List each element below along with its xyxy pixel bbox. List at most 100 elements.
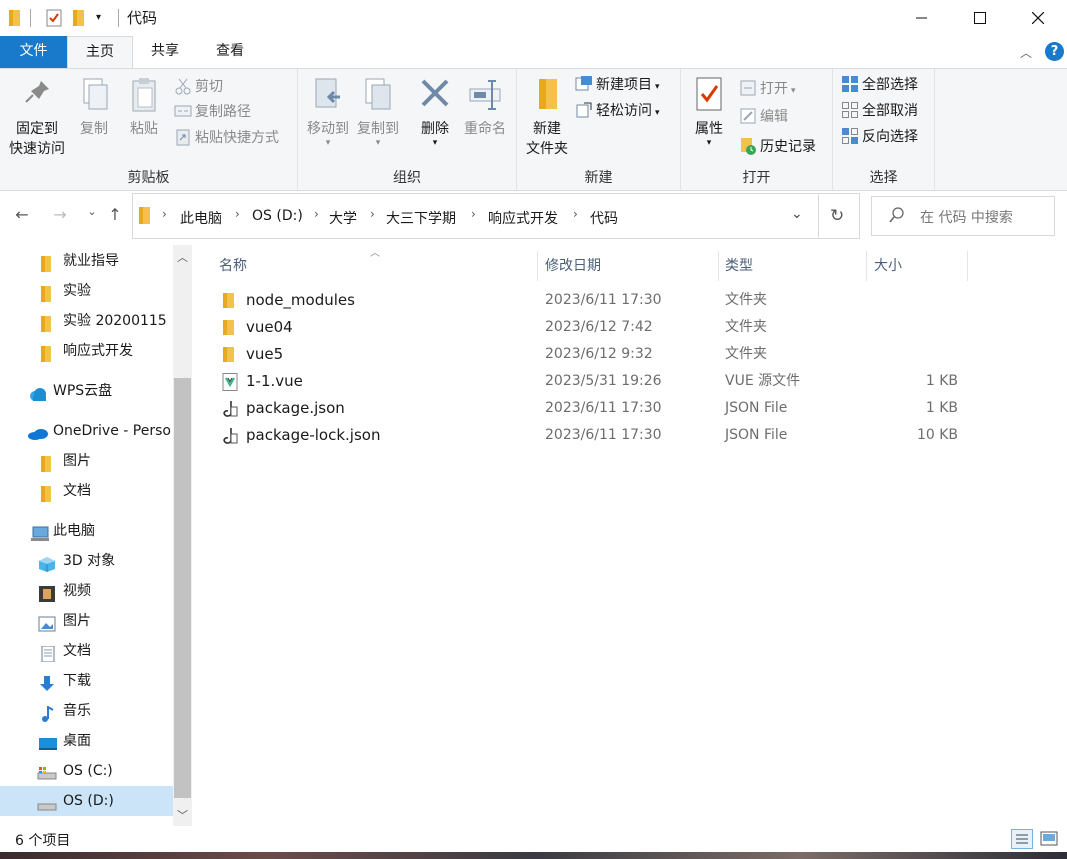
history-button[interactable]: 历史记录 bbox=[739, 135, 816, 159]
music-icon bbox=[40, 703, 56, 722]
nav-item-desktop[interactable]: 桌面 bbox=[0, 726, 173, 756]
collapse-ribbon-icon[interactable]: ︿ bbox=[1020, 44, 1032, 61]
details-view-button[interactable] bbox=[1011, 829, 1033, 849]
breadcrumb-responsive-dev[interactable]: 响应式开发 bbox=[488, 208, 558, 228]
nav-item-documents[interactable]: 文档 bbox=[0, 636, 173, 666]
breadcrumb-university[interactable]: 大学 bbox=[329, 208, 357, 228]
nav-item-onedrive-pictures[interactable]: 图片 bbox=[0, 446, 173, 476]
address-bar[interactable]: › 此电脑 › OS (D:) › 大学 › 大三下学期 › 响应式开发 › 代… bbox=[132, 193, 819, 239]
history-icon bbox=[739, 137, 757, 155]
tab-home[interactable]: 主页 bbox=[67, 36, 133, 69]
nav-item-pictures[interactable]: 图片 bbox=[0, 606, 173, 636]
pin-icon bbox=[25, 81, 49, 103]
nav-item-job-guide[interactable]: 就业指导 bbox=[0, 246, 173, 276]
file-row[interactable]: package.json 2023/6/11 17:30 JSON File 1… bbox=[192, 395, 1067, 422]
column-header-date[interactable]: 修改日期 bbox=[539, 251, 719, 281]
easy-access-button[interactable]: 轻松访问 ▾ bbox=[575, 99, 660, 123]
recent-locations-icon[interactable]: ⌄ bbox=[80, 205, 104, 229]
breadcrumb-code[interactable]: 代码 bbox=[590, 208, 618, 228]
nav-item-label: 实验 bbox=[63, 283, 91, 299]
file-row[interactable]: vue5 2023/6/12 9:32 文件夹 bbox=[192, 341, 1067, 368]
search-box[interactable]: 在 代码 中搜索 bbox=[871, 196, 1055, 236]
nav-item-wps-cloud[interactable]: WPS云盘 bbox=[0, 376, 173, 406]
new-folder-icon[interactable] bbox=[72, 9, 86, 27]
maximize-button[interactable] bbox=[951, 0, 1009, 36]
divider bbox=[30, 9, 31, 27]
easy-access-label: 轻松访问 bbox=[596, 103, 652, 119]
delete-button[interactable]: 删除 ▾ bbox=[412, 75, 458, 148]
group-label-clipboard: 剪贴板 bbox=[127, 170, 170, 186]
forward-arrow-icon[interactable]: → bbox=[48, 205, 72, 229]
paste-shortcut-button[interactable]: 粘贴快捷方式 bbox=[174, 126, 279, 150]
nav-item-label: 响应式开发 bbox=[63, 343, 133, 359]
copy-to-button[interactable]: 复制到 ▾ bbox=[354, 75, 402, 148]
edit-button[interactable]: 编辑 bbox=[739, 105, 788, 129]
folder-icon bbox=[8, 9, 22, 27]
file-row[interactable]: 1-1.vue 2023/5/31 19:26 VUE 源文件 1 KB bbox=[192, 368, 1067, 395]
nav-item-this-pc[interactable]: 此电脑 bbox=[0, 516, 173, 546]
large-icons-view-button[interactable] bbox=[1039, 830, 1059, 848]
breadcrumb-this-pc[interactable]: 此电脑 bbox=[180, 208, 222, 228]
move-to-button[interactable]: 移动到 ▾ bbox=[302, 75, 354, 148]
scrollbar-thumb[interactable] bbox=[174, 378, 191, 798]
nav-item-3d-objects[interactable]: 3D 对象 bbox=[0, 546, 173, 576]
tab-file[interactable]: 文件 bbox=[0, 36, 67, 68]
properties-icon[interactable] bbox=[45, 9, 63, 27]
nav-item-downloads[interactable]: 下载 bbox=[0, 666, 173, 696]
open-icon bbox=[739, 79, 757, 97]
file-size: 1 KB bbox=[925, 400, 958, 416]
up-arrow-icon[interactable]: ↑ bbox=[103, 205, 127, 229]
properties-button[interactable]: 属性 ▾ bbox=[687, 75, 731, 148]
address-dropdown-icon[interactable]: ⌄ bbox=[791, 206, 803, 222]
nav-item-label: 桌面 bbox=[63, 733, 91, 749]
select-all-button[interactable]: 全部选择 bbox=[841, 73, 918, 97]
copy-button[interactable]: 复制 bbox=[74, 75, 114, 139]
nav-item-drive-d[interactable]: OS (D:) bbox=[0, 786, 173, 816]
pin-to-quick-access-button[interactable]: 固定到 快速访问 bbox=[4, 75, 70, 159]
nav-item-label: 文档 bbox=[63, 483, 91, 499]
breadcrumb-semester[interactable]: 大三下学期 bbox=[386, 208, 456, 228]
help-icon[interactable]: ? bbox=[1045, 42, 1064, 61]
nav-item-lab-dated[interactable]: 实验 20200115 bbox=[0, 306, 173, 336]
close-button[interactable] bbox=[1009, 0, 1067, 36]
breadcrumb-drive-d[interactable]: OS (D:) bbox=[252, 208, 303, 224]
minimize-button[interactable] bbox=[893, 0, 951, 36]
select-none-button[interactable]: 全部取消 bbox=[841, 99, 918, 123]
select-none-label: 全部取消 bbox=[862, 103, 918, 119]
file-date: 2023/6/11 17:30 bbox=[545, 400, 662, 416]
tab-view[interactable]: 查看 bbox=[197, 36, 263, 68]
file-row[interactable]: package-lock.json 2023/6/11 17:30 JSON F… bbox=[192, 422, 1067, 449]
file-type: JSON File bbox=[725, 400, 788, 416]
file-date: 2023/5/31 19:26 bbox=[545, 373, 662, 389]
nav-scrollbar[interactable]: ︿ ﹀ bbox=[173, 245, 192, 826]
cut-button[interactable]: 剪切 bbox=[174, 75, 223, 99]
back-arrow-icon[interactable]: ← bbox=[10, 205, 34, 229]
column-header-type[interactable]: 类型 bbox=[719, 251, 867, 281]
column-header-size[interactable]: 大小 bbox=[868, 251, 968, 281]
nav-item-lab[interactable]: 实验 bbox=[0, 276, 173, 306]
invert-selection-button[interactable]: 反向选择 bbox=[841, 125, 918, 149]
nav-item-music[interactable]: 音乐 bbox=[0, 696, 173, 726]
nav-item-onedrive[interactable]: OneDrive - Perso bbox=[0, 416, 173, 446]
new-folder-button[interactable]: 新建 文件夹 bbox=[521, 75, 573, 159]
tab-share[interactable]: 共享 bbox=[133, 36, 197, 68]
scissors-icon bbox=[174, 77, 192, 95]
refresh-button[interactable]: ↻ bbox=[819, 193, 860, 239]
nav-item-videos[interactable]: 视频 bbox=[0, 576, 173, 606]
paste-button[interactable]: 粘贴 bbox=[122, 75, 166, 139]
scroll-up-icon[interactable]: ︿ bbox=[177, 249, 188, 265]
file-row[interactable]: node_modules 2023/6/11 17:30 文件夹 bbox=[192, 287, 1067, 314]
column-header-name[interactable]: 名称 bbox=[213, 251, 538, 281]
file-row[interactable]: vue04 2023/6/12 7:42 文件夹 bbox=[192, 314, 1067, 341]
copy-icon bbox=[83, 78, 108, 110]
nav-item-responsive-dev[interactable]: 响应式开发 bbox=[0, 336, 173, 366]
copy-path-button[interactable]: 复制路径 bbox=[174, 100, 251, 124]
scroll-down-icon[interactable]: ﹀ bbox=[177, 807, 188, 823]
nav-item-onedrive-documents[interactable]: 文档 bbox=[0, 476, 173, 506]
rename-button[interactable]: 重命名 bbox=[460, 75, 510, 139]
nav-item-label: 音乐 bbox=[63, 703, 91, 719]
customize-toolbar-icon[interactable]: ▾ bbox=[96, 9, 108, 27]
open-button[interactable]: 打开 ▾ bbox=[739, 77, 796, 101]
nav-item-drive-c[interactable]: OS (C:) bbox=[0, 756, 173, 786]
new-item-button[interactable]: 新建项目 ▾ bbox=[575, 73, 660, 97]
